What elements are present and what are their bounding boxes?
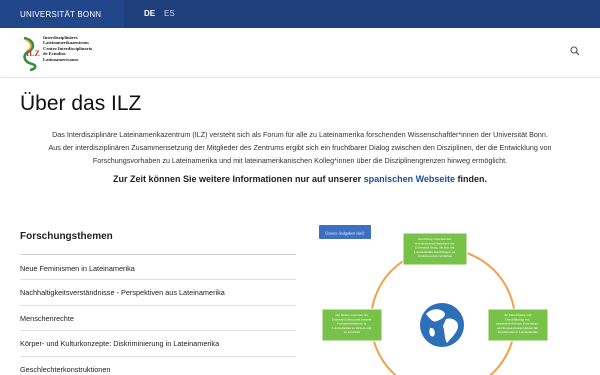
notice-suffix: finden. — [454, 174, 487, 184]
spanish-website-link[interactable]: spanischen Webseite — [364, 174, 455, 184]
page-title: Über das ILZ — [20, 92, 142, 115]
svg-text:ILZ: ILZ — [26, 49, 40, 58]
topic-link[interactable]: Menschenrechte — [20, 306, 296, 331]
diagram-box-text: den Dialog zwischen den verschiedenen Di… — [414, 237, 456, 258]
ilz-logo[interactable]: ILZ Interdisziplinäres Lateinamerikazent… — [20, 34, 120, 72]
university-link[interactable]: UNIVERSITÄT BONN — [0, 0, 124, 28]
topic-link[interactable]: Geschlechterkonstruktionen — [20, 357, 296, 375]
notice-text: Zur Zeit können Sie weitere Informatione… — [20, 174, 580, 184]
top-bar: UNIVERSITÄT BONN DE ES — [0, 0, 600, 28]
site-header: ILZ Interdisziplinäres Lateinamerikazent… — [0, 28, 600, 78]
notice-prefix: Zur Zeit können Sie weitere Informatione… — [113, 174, 364, 184]
intro-line: Das Interdisziplinäre Lateinamerikazentr… — [52, 130, 548, 139]
logo-line: Latinoamericanos — [43, 56, 79, 62]
logo-text: Interdisziplinäres Lateinamerikazentrum … — [43, 35, 92, 62]
topic-link[interactable]: Neue Feminismen in Lateinamerika — [20, 258, 296, 280]
topic-link[interactable]: Körper- und Kulturkonzepte: Diskriminier… — [20, 331, 296, 357]
globe-icon — [420, 303, 464, 347]
intro-text: Das Interdisziplinäre Lateinamerikazentr… — [20, 128, 580, 167]
ilz-logo-icon: ILZ — [23, 36, 40, 72]
diagram-box-line: fördern und zu verstärken — [418, 254, 452, 258]
diagram-box-line: zu erweitern — [344, 330, 361, 334]
search-icon[interactable] — [570, 46, 580, 56]
intro-line: Aus der interdisziplinären Zusammensetzu… — [48, 143, 552, 152]
research-topics: Forschungsthemen Neue Feminismen in Late… — [20, 231, 296, 375]
tasks-diagram: Unsere Aufgaben sind: den Dialog zwische… — [319, 225, 548, 375]
diagram-label: Unsere Aufgaben sind: — [325, 231, 364, 236]
topics-heading: Forschungsthemen — [20, 231, 296, 255]
lang-de-link[interactable]: DE — [144, 9, 155, 18]
lang-es-link[interactable]: ES — [164, 9, 175, 18]
diagram-box-line: Institutionen in Lateinamerika — [498, 330, 538, 334]
university-label: UNIVERSITÄT BONN — [20, 9, 102, 19]
intro-line: Forschungsvorhaben zu Lateinamerika und … — [92, 156, 508, 165]
topic-link[interactable]: Nachhaltigkeitsverständnisse - Perspekti… — [20, 280, 296, 306]
